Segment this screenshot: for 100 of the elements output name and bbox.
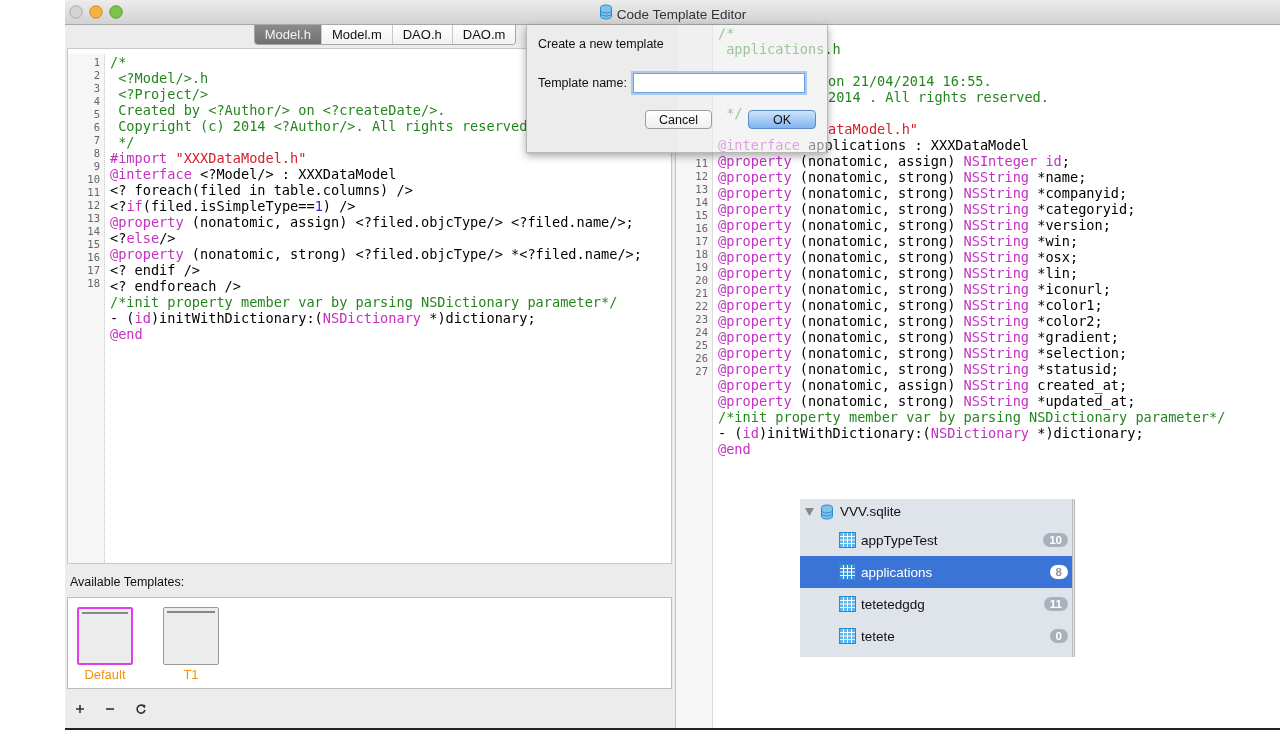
code-line: 2014 . All rights reserved.	[828, 89, 1049, 105]
line-number: 1	[92, 56, 101, 69]
section-label: Available Templates:	[69, 574, 186, 591]
line-number: 20	[694, 274, 709, 287]
window-control-icon	[69, 5, 83, 19]
tab[interactable]: Model.h	[254, 25, 321, 44]
line-number: 11	[694, 157, 709, 170]
tab[interactable]: DAO.m	[451, 25, 516, 44]
code-line: - (id)initWithDictionary:(NSDictionary *)dictionary;	[110, 310, 536, 326]
code-line: @property (nonatomic, strong) NSString *color2;	[718, 313, 1103, 329]
table-list-item[interactable]: appTypeTest 10	[800, 524, 1072, 556]
table-list-item[interactable]: tetete 0	[800, 620, 1072, 652]
code-line: - (id)initWithDictionary:(NSDictionary *)dictionary;	[718, 425, 1144, 441]
line-number: 11	[86, 186, 101, 199]
line-number: 2	[92, 69, 101, 82]
code-line: @property (nonatomic, strong) NSString *gradient;	[718, 329, 1120, 345]
code-line: @property (nonatomic, strong) NSString *color1;	[718, 297, 1103, 313]
code-line: @interface <?Model/> : XXXDataModel	[110, 166, 397, 182]
line-number: 15	[694, 209, 709, 222]
code-line: */	[725, 105, 743, 121]
line-number: 19	[694, 261, 709, 274]
code-line: <? endforeach />	[110, 278, 241, 294]
window-control-icon	[109, 5, 123, 19]
line-number: 14	[694, 196, 709, 209]
code-line: on 21/04/2014 16:55.	[828, 73, 992, 89]
code-line: <? endif />	[110, 262, 201, 278]
line-number: 24	[694, 326, 709, 339]
code-line: @property (nonatomic, strong) NSString *win;	[718, 233, 1079, 249]
line-number: 25	[694, 339, 709, 352]
code-line: #import "XXXDataModel.h"	[110, 150, 307, 166]
line-number: 16	[86, 251, 101, 264]
line-number: 18	[86, 277, 101, 290]
table-list-item[interactable]: applications 8	[800, 556, 1072, 588]
line-number: 12	[694, 170, 709, 183]
code-line: @property (nonatomic, strong) NSString *name;	[718, 169, 1087, 185]
database-icon	[598, 4, 613, 20]
count-badge: 11	[1043, 597, 1068, 611]
template-thumbnail[interactable]	[77, 607, 133, 665]
line-number: 18	[694, 248, 709, 261]
code-line: /*init property member var by parsing NSDictionary parameter*/	[110, 294, 618, 310]
template-name-field[interactable]	[632, 73, 805, 93]
database-icon	[820, 503, 834, 520]
line-number: 9	[92, 160, 101, 173]
code-line: <?Project/>	[117, 86, 209, 102]
line-number: 21	[694, 287, 709, 300]
code-line: <?else/>	[110, 230, 176, 246]
database-name[interactable]: VVV.sqlite	[840, 504, 902, 519]
code-line: @property (nonatomic, strong) NSString *categoryid;	[718, 201, 1136, 217]
window-title: Code Template Editor	[616, 6, 747, 22]
table-icon	[839, 532, 856, 548]
line-number: 10	[86, 173, 101, 186]
code-line: @end	[718, 441, 751, 457]
code-line: Copyright (c) 2014 <?Author/>. All rights reserved	[117, 118, 528, 134]
line-number: 6	[92, 121, 101, 134]
code-line: @property (nonatomic, strong) NSString *statusid;	[718, 361, 1120, 377]
line-number: 14	[86, 225, 101, 238]
code-line: */	[117, 134, 135, 150]
tab[interactable]: DAO.h	[391, 25, 452, 44]
window-control-icon	[89, 5, 103, 19]
line-number: 8	[92, 147, 101, 160]
line-number: 13	[86, 212, 101, 225]
line-number: 12	[86, 199, 101, 212]
ok-button[interactable]: OK	[748, 110, 816, 129]
code-line: @property (nonatomic, strong) NSString *iconurl;	[718, 281, 1111, 297]
table-list-item[interactable]: tetetedgdg 11	[800, 588, 1072, 620]
tab[interactable]: Model.m	[320, 25, 392, 44]
line-number: 16	[694, 222, 709, 235]
code-line: @property (nonatomic, strong) NSString *version;	[718, 217, 1111, 233]
line-number: 4	[92, 95, 101, 108]
code-line: @end	[110, 326, 143, 342]
table-icon	[839, 596, 856, 612]
code-line: /*init property member var by parsing NSDictionary parameter*/	[718, 409, 1226, 425]
code-line: @property (nonatomic, strong) NSString *updated_at;	[718, 393, 1136, 409]
code-line: <?Model/>.h	[117, 70, 209, 86]
line-number: 13	[694, 183, 709, 196]
line-number: 7	[92, 134, 101, 147]
refresh-icon	[135, 702, 147, 715]
template-thumbnail[interactable]	[163, 607, 219, 665]
line-number: 17	[86, 264, 101, 277]
field-label: Template name:	[538, 76, 627, 90]
code-line: @property (nonatomic, strong) NSString *selection;	[718, 345, 1128, 361]
code-line: <? foreach(filed in table.columns) />	[110, 182, 413, 198]
code-line: @property (nonatomic, strong) NSString *osx;	[718, 249, 1079, 265]
line-number: 27	[694, 365, 709, 378]
code-line: Created by <?Author/> on <?createDate/>.	[117, 102, 446, 118]
code-line: <?if(filed.isSimpleType==1) />	[110, 198, 356, 214]
plus-icon	[75, 703, 85, 714]
table-icon	[839, 564, 856, 580]
cancel-button[interactable]: Cancel	[645, 110, 712, 129]
line-number: 5	[92, 108, 101, 121]
code-line: @property (nonatomic, assign) NSInteger id;	[718, 153, 1070, 169]
dialog-title: Create a new template	[538, 37, 664, 51]
table-icon	[839, 628, 856, 644]
code-line: @property (nonatomic, assign) <?filed.objcType/> <?filed.name/>;	[110, 214, 634, 230]
code-line: @interface applications : XXXDataModel	[718, 137, 1029, 153]
line-number: 17	[694, 235, 709, 248]
line-number: 23	[694, 313, 709, 326]
code-line: ataModel.h"	[828, 121, 919, 137]
count-badge: 8	[1049, 565, 1068, 579]
template-name: T1	[183, 667, 199, 682]
